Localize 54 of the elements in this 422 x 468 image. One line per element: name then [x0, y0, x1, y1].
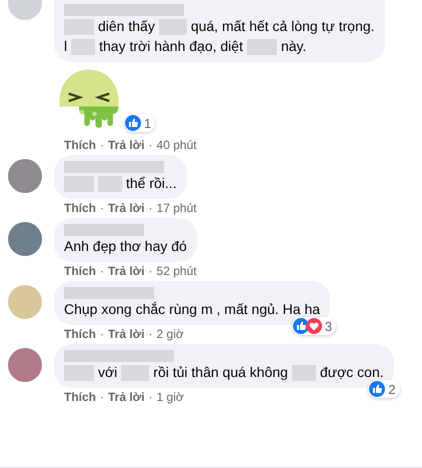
comment-text: thay trời hành đạo, diệt	[99, 37, 243, 56]
blurred-text	[292, 364, 316, 380]
comment-text: thể rồi...	[126, 174, 177, 193]
like-link[interactable]: Thích	[64, 138, 96, 152]
avatar[interactable]	[8, 159, 42, 193]
separator: ·	[100, 390, 104, 404]
like-icon	[292, 318, 309, 334]
blurred-text	[64, 364, 94, 380]
like-link[interactable]: Thích	[64, 390, 96, 404]
timestamp: 17 phút	[156, 201, 197, 215]
timestamp: 40 phút	[156, 138, 197, 152]
blurred-text	[64, 18, 94, 34]
like-link[interactable]: Thích	[64, 327, 96, 341]
comment-text: diên thấy	[98, 17, 155, 36]
comment-text: này.	[280, 37, 306, 56]
reply-link[interactable]: Trả lời	[108, 138, 145, 152]
avatar[interactable]	[8, 348, 42, 382]
like-link[interactable]: Thích	[64, 264, 96, 278]
avatar[interactable]	[8, 222, 42, 256]
like-icon	[369, 381, 386, 397]
like-icon	[125, 115, 141, 131]
blurred-text	[64, 176, 94, 192]
like-link[interactable]: Thích	[64, 201, 96, 215]
reaction-count[interactable]: 2	[368, 380, 400, 398]
comment-text: với	[98, 363, 118, 382]
timestamp: 2 giờ	[156, 327, 184, 341]
comment-text: quá, mất hết cả lòng tự trọng.	[190, 17, 375, 36]
comment-text: được con.	[320, 363, 384, 382]
separator: ·	[148, 327, 153, 341]
separator: ·	[100, 327, 104, 341]
comment-text: rồi tủi thân quá không	[153, 363, 288, 382]
timestamp: 1 giờ	[156, 390, 184, 404]
blurred-text	[98, 176, 122, 192]
comment-text: l	[64, 37, 68, 56]
separator: ·	[100, 264, 104, 278]
blurred-text	[121, 364, 150, 380]
reaction-count[interactable]: 3	[292, 317, 336, 335]
separator: ·	[148, 201, 153, 215]
separator: ·	[148, 390, 153, 404]
separator: ·	[148, 264, 153, 278]
separator: ·	[100, 201, 104, 215]
reply-link[interactable]: Trả lời	[108, 327, 145, 341]
reply-link[interactable]: Trả lời	[108, 390, 145, 404]
blurred-text	[246, 38, 277, 54]
blurred-text	[71, 38, 96, 54]
reply-link[interactable]: Trả lời	[108, 264, 145, 278]
comment-text: Chụp xong chắc rùng m , mất ngủ. Ha ha	[64, 300, 320, 319]
separator: ·	[148, 138, 153, 152]
reaction-count[interactable]: 1	[124, 114, 156, 132]
blurred-text	[158, 18, 187, 34]
comment-text: Anh đẹp thơ hay đó	[64, 237, 187, 256]
timestamp: 52 phút	[156, 264, 197, 278]
separator: ·	[100, 138, 104, 152]
reply-link[interactable]: Trả lời	[108, 201, 145, 215]
